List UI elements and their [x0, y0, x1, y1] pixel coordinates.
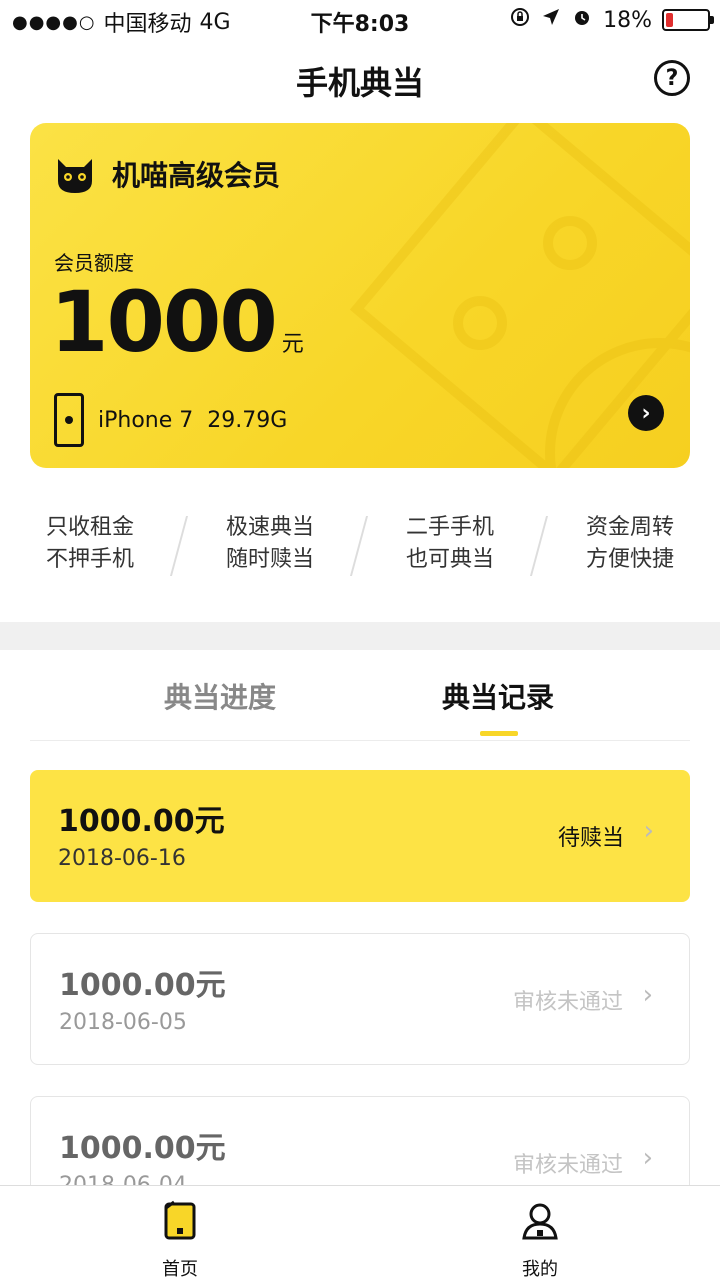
- record-date: 2018-06-05: [59, 1010, 187, 1035]
- record-amount: 1000.00元: [58, 804, 225, 839]
- tab-home[interactable]: 首页: [120, 1200, 240, 1281]
- help-icon: ?: [665, 65, 679, 91]
- record-amount: 1000.00元: [59, 1131, 226, 1166]
- feature-line2: 方便快捷: [585, 547, 674, 572]
- device-storage: 29.79G: [207, 407, 288, 433]
- quota: 1000 元: [50, 273, 304, 371]
- chevron-right-icon: ›: [643, 816, 654, 846]
- quota-value: 1000: [50, 273, 278, 371]
- feature-line2: 也可典当: [405, 547, 494, 572]
- record-tabs: 典当进度 典当记录: [30, 650, 690, 741]
- feature-line1: 只收租金: [45, 515, 134, 540]
- quota-unit: 元: [281, 332, 304, 357]
- feature-list: 只收租金 不押手机 极速典当 随时赎当 二手手机 也可典当 资金周转 方便快捷: [0, 512, 720, 582]
- card-detail-button[interactable]: ›: [628, 395, 664, 431]
- record-item[interactable]: 1000.00元 2018-06-05 审核未通过 ›: [30, 933, 690, 1065]
- battery-fill: [666, 13, 673, 27]
- tab-progress[interactable]: 典当进度: [164, 676, 276, 716]
- feature-item: 只收租金 不押手机: [0, 512, 189, 576]
- chevron-right-icon: ›: [641, 400, 651, 426]
- record-status: 审核未通过: [512, 1153, 623, 1178]
- feature-line1: 极速典当: [225, 515, 314, 540]
- tab-mine-label: 我的: [522, 1259, 558, 1280]
- alarm-icon: [571, 6, 593, 34]
- chevron-right-icon: ›: [642, 1143, 653, 1173]
- battery-icon: [662, 9, 714, 31]
- feature-item: 二手手机 也可典当: [360, 512, 549, 576]
- record-status: 待赎当: [557, 826, 624, 851]
- feature-line2: 不押手机: [45, 547, 134, 572]
- quota-label: 会员额度: [54, 251, 134, 275]
- feature-line1: 二手手机: [405, 515, 494, 540]
- status-bar: ●●●●○ 中国移动 4G 下午8:03 18%: [0, 0, 720, 40]
- tab-mine[interactable]: 我的: [480, 1200, 600, 1281]
- location-icon: [541, 7, 561, 33]
- device-model: iPhone 7: [98, 407, 194, 433]
- cat-logo-icon: [58, 159, 92, 193]
- phone-icon: [54, 393, 84, 447]
- brand-name: 机喵高级会员: [112, 159, 281, 192]
- bottom-tab-bar: 首页 我的: [0, 1185, 720, 1281]
- title-bar: 手机典当 ?: [0, 44, 720, 116]
- record-date: 2018-06-16: [58, 846, 186, 871]
- active-tab-indicator: [480, 731, 518, 736]
- feature-line1: 资金周转: [585, 515, 674, 540]
- record-amount: 1000.00元: [59, 968, 226, 1003]
- page-title: 手机典当: [295, 64, 424, 102]
- chevron-right-icon: ›: [642, 980, 653, 1010]
- home-phone-icon: [164, 1200, 196, 1240]
- feature-line2: 随时赎当: [225, 547, 314, 572]
- user-icon: [522, 1203, 558, 1240]
- help-button[interactable]: ?: [654, 60, 690, 96]
- device-info: iPhone 7 29.79G: [54, 393, 287, 447]
- feature-item: 资金周转 方便快捷: [540, 512, 720, 576]
- record-item[interactable]: 1000.00元 2018-06-16 待赎当 ›: [30, 770, 690, 902]
- card-brand: 机喵高级会员: [52, 151, 280, 197]
- battery-percent: 18%: [603, 7, 652, 33]
- status-right: 18%: [509, 6, 714, 34]
- tab-records[interactable]: 典当记录: [442, 676, 554, 716]
- rotation-lock-icon: [509, 6, 531, 34]
- tab-home-label: 首页: [162, 1259, 198, 1280]
- section-separator: [0, 622, 720, 650]
- feature-item: 极速典当 随时赎当: [180, 512, 369, 576]
- member-card[interactable]: 机喵高级会员 会员额度 1000 元 iPhone 7 29.79G ›: [30, 123, 690, 468]
- record-status: 审核未通过: [512, 990, 623, 1015]
